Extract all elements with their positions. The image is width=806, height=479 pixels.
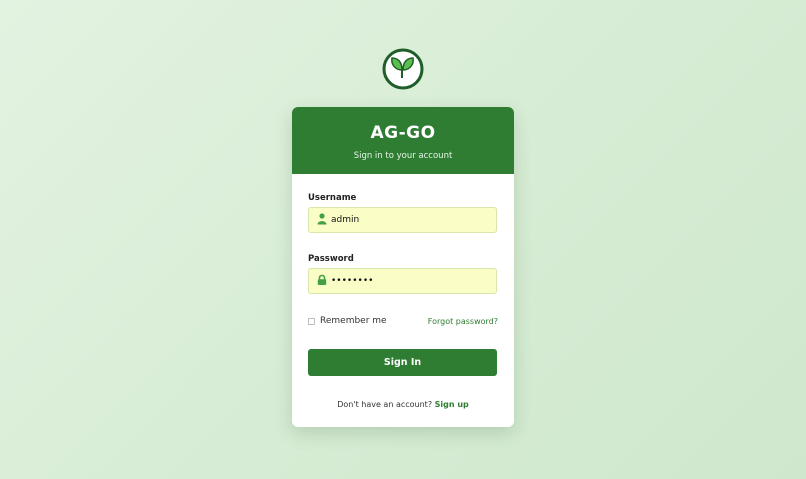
sign-in-button[interactable]: Sign In: [308, 349, 497, 376]
login-card: AG-GO Sign in to your account Username P…: [292, 107, 514, 427]
forgot-password-link[interactable]: Forgot password?: [428, 317, 498, 326]
password-field[interactable]: [308, 268, 497, 294]
sign-up-link[interactable]: Sign up: [435, 400, 469, 409]
app-title: AG-GO: [370, 123, 436, 143]
username-input[interactable]: [331, 208, 491, 232]
username-field[interactable]: [308, 207, 497, 233]
password-label: Password: [308, 254, 354, 264]
remember-me-label: Remember me: [320, 316, 387, 326]
signup-prompt: Don't have an account? Sign up: [292, 400, 514, 409]
sprout-logo-icon: [382, 48, 424, 90]
signup-prompt-text: Don't have an account?: [337, 400, 433, 409]
remember-me-option[interactable]: Remember me: [308, 316, 387, 326]
password-input[interactable]: [331, 269, 491, 293]
username-label: Username: [308, 193, 357, 203]
user-icon: [317, 213, 327, 225]
card-header: AG-GO Sign in to your account: [292, 107, 514, 174]
app-subtitle: Sign in to your account: [353, 151, 453, 161]
lock-icon: [317, 274, 327, 285]
remember-me-checkbox[interactable]: [308, 317, 315, 325]
